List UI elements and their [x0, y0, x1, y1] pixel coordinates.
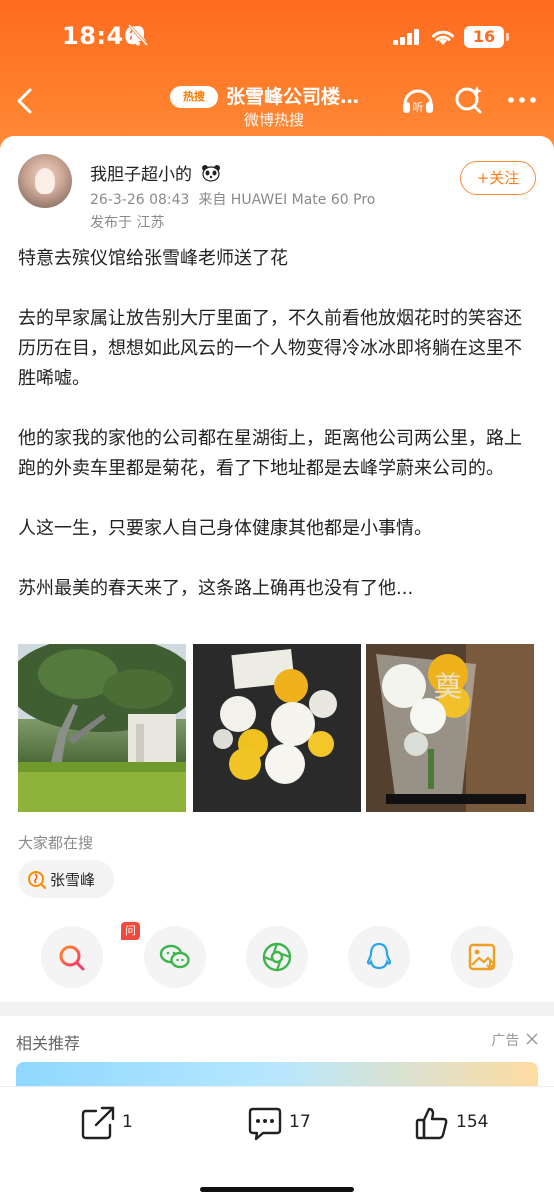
- repost-icon: [81, 1106, 115, 1140]
- qq-icon: [366, 942, 392, 970]
- post-paragraph: 特意去殡仪馆给张雪峰老师送了花: [18, 248, 288, 269]
- photo-bouquet[interactable]: [193, 644, 361, 812]
- related-search-text: 张雪峰: [50, 871, 96, 889]
- home-indicator[interactable]: [200, 1187, 354, 1192]
- like-count: 154: [456, 1112, 489, 1132]
- listen-headphones-icon[interactable]: 听: [400, 82, 436, 118]
- mute-bell-icon: [128, 24, 148, 46]
- panda-icon: [202, 165, 221, 182]
- post-meta: 26-3-26 08:43 来自 HUAWEI Mate 60 Pro: [90, 189, 375, 209]
- repost-count: 1: [122, 1112, 133, 1132]
- svg-text:听: 听: [413, 101, 424, 114]
- related-search-chip[interactable]: 张雪峰: [18, 860, 114, 898]
- tree-illustration: [18, 644, 186, 812]
- bottom-action-bar: 1 17 154: [0, 1086, 554, 1200]
- recommend-title: 相关推荐: [16, 1034, 81, 1053]
- hot-search-badge: 热搜: [170, 86, 218, 108]
- page-title: 张雪峰公司楼…: [226, 86, 360, 108]
- save-image-button[interactable]: [451, 926, 513, 988]
- search-icon[interactable]: [451, 82, 487, 118]
- ai-search-button[interactable]: 问智搜: [41, 922, 140, 988]
- moments-icon: [262, 942, 292, 972]
- nav-title-group[interactable]: 热搜 张雪峰公司楼… 微博热搜: [170, 78, 400, 134]
- ai-search-icon: [59, 945, 85, 971]
- moments-share-button[interactable]: [246, 926, 308, 988]
- recommend-section: 相关推荐 广告: [0, 1016, 554, 1096]
- qq-share-button[interactable]: [348, 926, 410, 988]
- bouquet-illustration: [193, 644, 361, 812]
- share-row: 问智搜: [0, 922, 554, 990]
- post-location: 发布于 江苏: [90, 215, 165, 231]
- wifi-icon: [432, 30, 454, 45]
- comment-icon: [248, 1107, 282, 1141]
- wechat-icon: [159, 944, 190, 969]
- cellular-signal-icon: [393, 29, 419, 45]
- post-paragraph: 人这一生，只要家人自己身体健康其他都是小事情。: [18, 518, 432, 539]
- ai-search-badge: 问智搜: [121, 922, 140, 973]
- close-icon[interactable]: [526, 1033, 538, 1045]
- post-paragraph: 去的早家属让放告别大厅里面了，不久前看他放烟花时的笑容还历历在目，想想如此风云的…: [18, 308, 522, 389]
- thumbs-up-icon: [415, 1107, 448, 1140]
- photo-overlay-text: 奠: [434, 670, 462, 703]
- photo-tree[interactable]: [18, 644, 186, 812]
- photo-chrysanthemum[interactable]: 奠: [366, 644, 534, 812]
- post-source: 来自 HUAWEI Mate 60 Pro: [198, 192, 376, 208]
- avatar[interactable]: [18, 154, 72, 208]
- ad-label-text: 广告: [491, 1033, 520, 1049]
- ad-label[interactable]: 广告: [492, 1030, 538, 1050]
- page-subtitle: 微博热搜: [244, 111, 305, 129]
- status-bar: 18:46 16: [0, 0, 554, 70]
- post-card: 我胆子超小的 26-3-26 08:43 来自 HUAWEI Mate 60 P…: [0, 136, 554, 1002]
- related-search-label: 大家都在搜: [18, 834, 94, 852]
- more-options-icon[interactable]: [504, 82, 540, 118]
- save-image-icon: [468, 943, 496, 971]
- username[interactable]: 我胆子超小的: [90, 160, 221, 185]
- back-arrow-icon[interactable]: [10, 84, 40, 118]
- post-paragraph: 他的家我的家他的公司都在星湖街上，距离他公司两公里，路上跑的外卖车里都是菊花，看…: [18, 428, 522, 479]
- battery-indicator: 16: [464, 26, 509, 48]
- header: 18:46 16 热搜 张雪峰公司楼… 微博热搜 听: [0, 0, 554, 150]
- comment-count: 17: [289, 1112, 311, 1132]
- photo-grid: 奠: [18, 644, 536, 812]
- username-text: 我胆子超小的: [90, 165, 192, 185]
- chrysanthemum-illustration: 奠: [366, 644, 534, 812]
- hot-search-icon: [28, 871, 46, 889]
- post-paragraph: 苏州最美的春天来了，这条路上确再也没有了他...: [18, 578, 414, 599]
- post-date: 26-3-26 08:43: [90, 192, 190, 208]
- nav-bar: 热搜 张雪峰公司楼… 微博热搜 听: [0, 72, 554, 132]
- follow-button[interactable]: +关注: [460, 161, 536, 195]
- wechat-share-button[interactable]: [144, 926, 206, 988]
- post-content: 特意去殡仪馆给张雪峰老师送了花 去的早家属让放告别大厅里面了，不久前看他放烟花时…: [18, 244, 538, 634]
